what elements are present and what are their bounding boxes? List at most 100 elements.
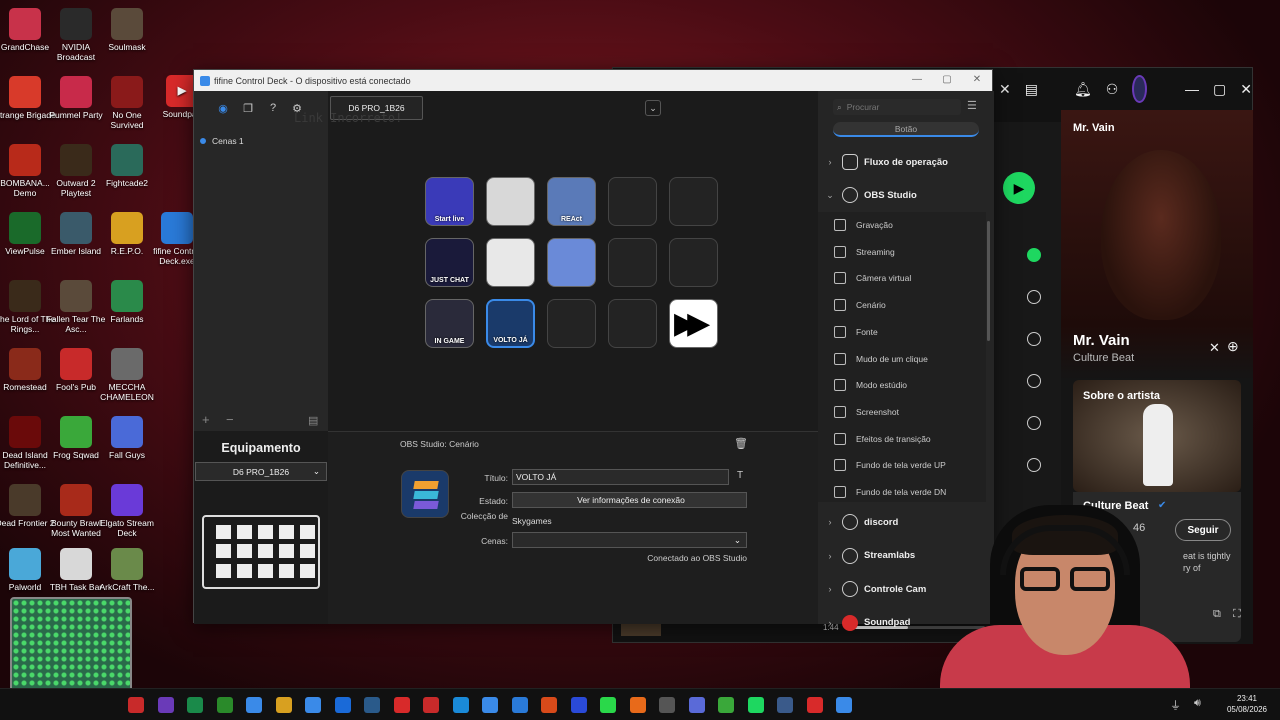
desktop-icon[interactable]: Soulmask [96,8,158,52]
desktop-icon[interactable]: Elgato Stream Deck [96,484,158,538]
obs-action-item[interactable]: Fundo de tela verde UP [834,452,984,478]
deck-key[interactable] [669,238,718,287]
add-scene-icon[interactable]: + [202,412,210,427]
song-artist[interactable]: Culture Beat [1073,352,1134,364]
title-input[interactable]: VOLTO JÁ [512,469,729,485]
desktop-icon[interactable]: Fall Guys [96,416,158,460]
deck-key[interactable]: REAct [547,177,596,226]
taskbar-app-icon[interactable] [246,697,262,713]
taskbar-app-icon[interactable] [216,697,233,713]
add-icon[interactable] [1027,332,1041,346]
deck-key[interactable] [486,238,535,287]
bell-icon[interactable]: 🔔︎ [1074,81,1092,98]
miniplayer-icon[interactable]: ⧉ [1213,608,1221,621]
deck-key[interactable] [547,299,596,348]
trash-icon[interactable]: 🗑︎ [734,437,748,450]
saved-check-icon[interactable] [1027,248,1041,262]
key-icon-preview[interactable] [401,470,449,518]
deck-key[interactable] [547,238,596,287]
list-icon[interactable]: ☰ [967,99,977,112]
taskbar-app-icon[interactable] [541,697,557,713]
obs-action-item[interactable]: Streaming [834,239,984,265]
fifine-logo-icon[interactable]: ◉ [214,99,232,117]
text-style-icon[interactable]: T [737,470,743,481]
taskbar-app-icon[interactable] [364,697,380,713]
search-input[interactable]: ⌕ Procurar [833,99,961,115]
obs-action-item[interactable]: Modo estúdio [834,372,984,398]
taskbar-app-icon[interactable] [600,697,616,713]
connection-info-button[interactable]: Ver informações de conexão [512,492,747,508]
add-icon[interactable] [1027,290,1041,304]
help-icon[interactable]: ? [264,99,282,117]
import-icon[interactable]: ▤ [308,414,318,427]
copy-icon[interactable]: ❐ [239,99,257,117]
desktop-icon[interactable]: Fightcade2 [96,144,158,188]
deck-key[interactable]: ▶▶ [669,299,718,348]
inbox-icon[interactable]: ▤ [1025,81,1038,98]
obs-action-item[interactable]: Fundo de tela verde DN [834,479,984,505]
deck-key[interactable] [608,238,657,287]
minimize-icon[interactable]: — [1185,81,1199,97]
scrollbar[interactable] [987,221,990,341]
maximize-icon[interactable]: ▢ [940,74,954,85]
taskbar-app-icon[interactable] [718,697,734,713]
deck-key[interactable]: VOLTO JÁ [486,299,535,348]
play-button[interactable]: ▶ [1003,172,1035,204]
close-icon[interactable]: ✕ [1209,340,1220,356]
minimize-icon[interactable]: — [910,74,924,85]
taskbar-app-icon[interactable] [836,697,852,713]
obs-action-item[interactable]: Efeitos de transição [834,426,984,452]
taskbar-app-icon[interactable] [806,697,823,713]
taskbar-app-icon[interactable] [688,697,705,713]
friends-icon[interactable]: ⚇ [1106,81,1119,98]
add-icon[interactable] [1027,458,1041,472]
remove-scene-icon[interactable]: − [226,412,234,427]
group-fluxo[interactable]: › Fluxo de operação [818,149,994,175]
add-icon[interactable] [1027,416,1041,430]
obs-action-item[interactable]: Mudo de um clique [834,346,984,372]
taskbar-app-icon[interactable] [275,697,292,713]
taskbar-app-icon[interactable] [452,697,469,713]
taskbar-app-icon[interactable] [128,697,144,713]
deck-key[interactable]: JUST CHAT [425,238,474,287]
desktop-icon[interactable]: MECCHA CHAMELEON [96,348,158,402]
volume-icon[interactable]: 🔊︎ [1194,697,1201,710]
taskbar-app-icon[interactable] [747,697,764,713]
obs-action-item[interactable]: Fonte [834,319,984,345]
taskbar-app-icon[interactable] [659,697,675,713]
tab-button[interactable]: Botão [833,122,979,137]
device-select[interactable]: D6 PRO_1B26 ⌄ [195,462,327,481]
clock[interactable]: 23:41 05/08/2026 [1222,693,1272,715]
scene-item[interactable]: Cenas 1 [200,136,244,146]
song-title[interactable]: Mr. Vain [1073,332,1130,349]
add-icon[interactable]: ⊕ [1227,338,1239,355]
deck-key[interactable] [486,177,535,226]
taskbar-app-icon[interactable] [305,697,321,713]
taskbar-app-icon[interactable] [187,697,203,713]
fullscreen-icon[interactable]: ⛶ [1233,608,1241,621]
taskbar-app-icon[interactable] [482,697,498,713]
desktop-icon[interactable]: Farlands [96,280,158,324]
obs-action-item[interactable]: Gravação [834,212,984,238]
deck-key[interactable]: Start live [425,177,474,226]
taskbar-app-icon[interactable] [511,697,528,713]
desktop-icon[interactable]: ArkCraft The... [96,548,158,592]
maximize-icon[interactable]: ▢ [1213,81,1226,98]
group-obs[interactable]: ⌄ OBS Studio [818,182,994,208]
taskbar-app-icon[interactable] [570,697,587,713]
deck-key[interactable]: IN GAME [425,299,474,348]
chevron-down-icon[interactable]: ⌄ [645,100,661,116]
deck-key[interactable] [669,177,718,226]
close-icon[interactable]: ✕ [970,74,984,85]
close-icon[interactable]: ✕ [999,81,1011,98]
taskbar-app-icon[interactable] [777,697,793,713]
taskbar-app-icon[interactable] [629,697,646,713]
obs-action-item[interactable]: Cenário [834,292,984,318]
taskbar-app-icon[interactable] [157,697,174,713]
desktop-icon[interactable]: No One Survived [96,76,158,130]
taskbar-app-icon[interactable] [393,697,410,713]
deck-key[interactable] [608,177,657,226]
close-window-icon[interactable]: ✕ [1240,81,1252,98]
device-preview[interactable] [202,515,320,589]
add-icon[interactable] [1027,374,1041,388]
